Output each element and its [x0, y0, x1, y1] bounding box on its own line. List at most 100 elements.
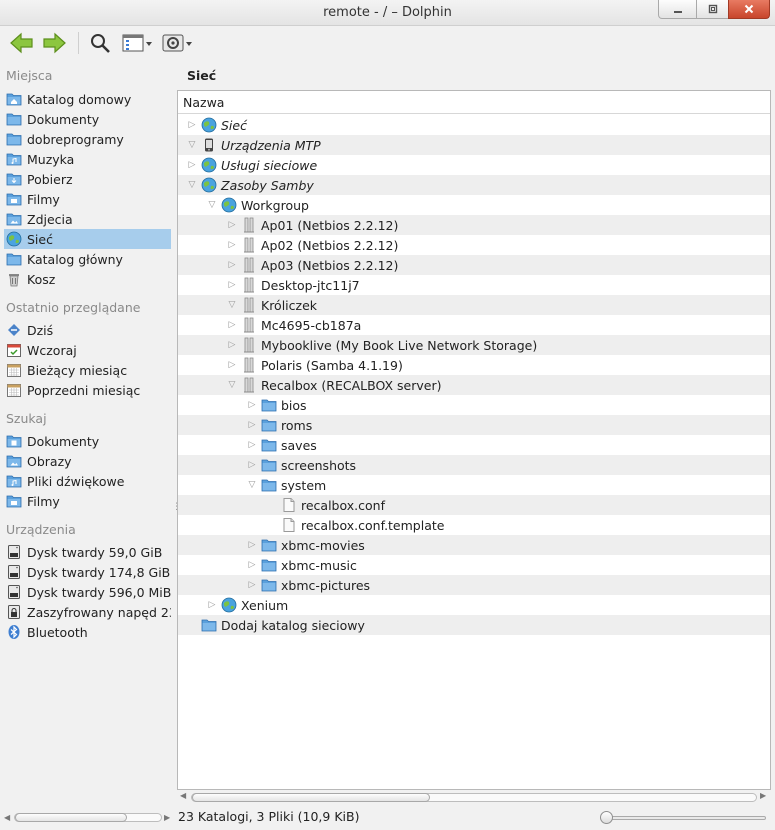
- collapsed-arrow-icon[interactable]: ▷: [246, 420, 258, 430]
- collapsed-arrow-icon[interactable]: ▷: [226, 220, 238, 230]
- tree-row[interactable]: ▷ Sieć: [178, 115, 770, 135]
- sidebar-item-places[interactable]: Zdjecia: [4, 209, 171, 229]
- sidebar-item-places[interactable]: Dokumenty: [4, 109, 171, 129]
- tree-row[interactable]: ▷ xbmc-movies: [178, 535, 770, 555]
- sidebar-scrollbar-trough[interactable]: [14, 813, 162, 822]
- tree-row[interactable]: ▷ Mc4695-cb187a: [178, 315, 770, 335]
- sidebar-item-search[interactable]: Obrazy: [4, 451, 171, 471]
- tree-row[interactable]: Dodaj katalog sieciowy: [178, 615, 770, 635]
- sidebar-item-places[interactable]: Pobierz: [4, 169, 171, 189]
- sidebar-section-header: Miejsca: [6, 68, 53, 83]
- tree-row[interactable]: ▽ Króliczek: [178, 295, 770, 315]
- sidebar-scrollbar[interactable]: ◀ ▶: [4, 813, 172, 823]
- collapsed-arrow-icon[interactable]: ▷: [246, 580, 258, 590]
- sidebar-scrollbar-thumb[interactable]: [15, 813, 127, 822]
- tree-row[interactable]: ▽ Workgroup: [178, 195, 770, 215]
- sidebar-item-devices[interactable]: Dysk twardy 174,8 GiB: [4, 562, 171, 582]
- sidebar-item-places[interactable]: Katalog główny: [4, 249, 171, 269]
- zoom-slider-track[interactable]: [606, 816, 766, 820]
- tree-row[interactable]: ▷ bios: [178, 395, 770, 415]
- search-icon: [91, 34, 110, 53]
- scrollbar-trough[interactable]: [191, 793, 757, 802]
- collapsed-arrow-icon[interactable]: ▷: [186, 160, 198, 170]
- tree-row[interactable]: ▷ xbmc-pictures: [178, 575, 770, 595]
- tree-row[interactable]: recalbox.conf.template: [178, 515, 770, 535]
- sidebar-item-recent[interactable]: Bieżący miesiąc: [4, 360, 171, 380]
- tree-row[interactable]: ▽ system: [178, 475, 770, 495]
- tree-row[interactable]: ▷ screenshots: [178, 455, 770, 475]
- collapsed-arrow-icon[interactable]: ▷: [246, 540, 258, 550]
- zoom-slider[interactable]: [600, 811, 770, 825]
- tree-row[interactable]: ▷ Ap03 (Netbios 2.2.12): [178, 255, 770, 275]
- tree-row[interactable]: ▷ Ap02 (Netbios 2.2.12): [178, 235, 770, 255]
- close-button[interactable]: [728, 0, 770, 19]
- zoom-slider-handle[interactable]: [600, 811, 613, 824]
- sidebar-scroll-left-icon[interactable]: ◀: [4, 813, 10, 822]
- tree-row[interactable]: recalbox.conf: [178, 495, 770, 515]
- sidebar-item-places[interactable]: Filmy: [4, 189, 171, 209]
- tree-row[interactable]: ▷ Usługi sieciowe: [178, 155, 770, 175]
- forward-button[interactable]: [40, 29, 68, 57]
- sidebar-item-search[interactable]: Pliki dźwiękowe: [4, 471, 171, 491]
- sidebar-item-places[interactable]: Katalog domowy: [4, 89, 171, 109]
- tree-row[interactable]: ▷ Polaris (Samba 4.1.19): [178, 355, 770, 375]
- collapsed-arrow-icon[interactable]: ▷: [226, 340, 238, 350]
- column-header-name[interactable]: Nazwa: [178, 91, 770, 114]
- sidebar-item-recent[interactable]: Dziś: [4, 320, 171, 340]
- horizontal-scrollbar[interactable]: ◀ ▶: [177, 790, 771, 804]
- expanded-arrow-icon[interactable]: ▽: [206, 200, 218, 210]
- tree-row[interactable]: ▷ saves: [178, 435, 770, 455]
- collapsed-arrow-icon[interactable]: ▷: [226, 320, 238, 330]
- tree-row[interactable]: ▽ Zasoby Samby: [178, 175, 770, 195]
- sidebar-item-recent[interactable]: Wczoraj: [4, 340, 171, 360]
- sidebar-item-places[interactable]: dobreprogramy: [4, 129, 171, 149]
- tree-row[interactable]: ▷ Xenium: [178, 595, 770, 615]
- collapsed-arrow-icon[interactable]: ▷: [226, 240, 238, 250]
- scroll-right-arrow-icon[interactable]: ▶: [760, 791, 766, 800]
- collapsed-arrow-icon[interactable]: ▷: [206, 600, 218, 610]
- tree-row[interactable]: ▷ Desktop-jtc11j7: [178, 275, 770, 295]
- sidebar-item-places[interactable]: Kosz: [4, 269, 171, 289]
- back-button[interactable]: [8, 29, 36, 57]
- collapsed-arrow-icon[interactable]: ▷: [246, 400, 258, 410]
- sidebar-item-search[interactable]: Dokumenty: [4, 431, 171, 451]
- search-button[interactable]: [86, 29, 114, 57]
- collapsed-arrow-icon[interactable]: ▷: [226, 360, 238, 370]
- expanded-arrow-icon[interactable]: ▽: [186, 180, 198, 190]
- tree-row[interactable]: ▽ Urządzenia MTP: [178, 135, 770, 155]
- tree-row[interactable]: ▷ roms: [178, 415, 770, 435]
- sidebar-item-devices[interactable]: Bluetooth: [4, 622, 171, 642]
- collapsed-arrow-icon[interactable]: ▷: [226, 260, 238, 270]
- sidebar-item-places[interactable]: Muzyka: [4, 149, 171, 169]
- view-mode-button[interactable]: [120, 29, 154, 57]
- tree-row[interactable]: ▽ Recalbox (RECALBOX server): [178, 375, 770, 395]
- sidebar-item-devices[interactable]: Dysk twardy 596,0 MiB: [4, 582, 171, 602]
- tree-row[interactable]: ▷ Ap01 (Netbios 2.2.12): [178, 215, 770, 235]
- expanded-arrow-icon[interactable]: ▽: [246, 480, 258, 490]
- sidebar-item-label: Bieżący miesiąc: [27, 362, 128, 378]
- expanded-arrow-icon[interactable]: ▽: [226, 380, 238, 390]
- control-menu-button[interactable]: [160, 29, 194, 57]
- expanded-arrow-icon[interactable]: ▽: [186, 140, 198, 150]
- scroll-left-arrow-icon[interactable]: ◀: [180, 791, 186, 800]
- sidebar-item-search[interactable]: Filmy: [4, 491, 171, 511]
- sidebar-item-recent[interactable]: Poprzedni miesiąc: [4, 380, 171, 400]
- collapsed-arrow-icon[interactable]: ▷: [246, 460, 258, 470]
- collapsed-arrow-icon[interactable]: ▷: [186, 120, 198, 130]
- collapsed-arrow-icon[interactable]: ▷: [246, 560, 258, 570]
- folder-icon: [261, 537, 277, 553]
- sidebar-item-devices[interactable]: Dysk twardy 59,0 GiB: [4, 542, 171, 562]
- expanded-arrow-icon[interactable]: ▽: [226, 300, 238, 310]
- sidebar-scroll-right-icon[interactable]: ▶: [164, 813, 170, 822]
- collapsed-arrow-icon[interactable]: ▷: [226, 280, 238, 290]
- tree-row[interactable]: ▷ Mybooklive (My Book Live Network Storag…: [178, 335, 770, 355]
- sidebar-item-devices[interactable]: Zaszyfrowany napęd 237,: [4, 602, 171, 622]
- collapsed-arrow-icon[interactable]: ▷: [246, 440, 258, 450]
- file-tree-view[interactable]: Nazwa ▷ Sieć ▽ Urządzenia MTP ▷ Usługi siec…: [177, 90, 771, 790]
- tree-row[interactable]: ▷ xbmc-music: [178, 555, 770, 575]
- minimize-button[interactable]: [658, 0, 697, 19]
- sidebar-section-header: Szukaj: [6, 411, 47, 426]
- sidebar-item-places[interactable]: Sieć: [4, 229, 171, 249]
- maximize-button[interactable]: [696, 0, 729, 19]
- scrollbar-thumb[interactable]: [192, 793, 430, 802]
